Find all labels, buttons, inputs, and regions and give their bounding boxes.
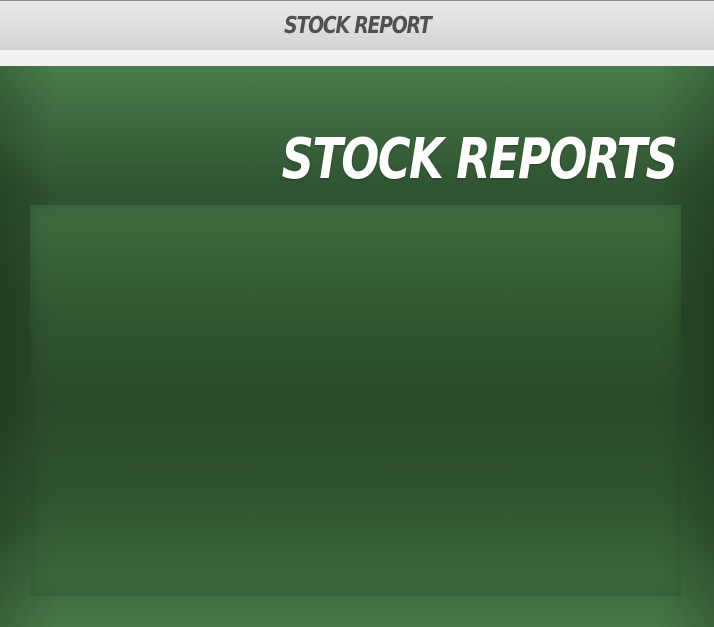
stock-report-panel (30, 205, 681, 596)
title-separator (0, 50, 714, 66)
page-heading: STOCK REPORTS (281, 127, 677, 192)
app-window: STOCK REPORT STOCK REPORTS (0, 0, 714, 627)
title-bar: STOCK REPORT (0, 0, 714, 50)
main-content: STOCK REPORTS (0, 66, 714, 627)
window-title: STOCK REPORT (283, 12, 432, 39)
